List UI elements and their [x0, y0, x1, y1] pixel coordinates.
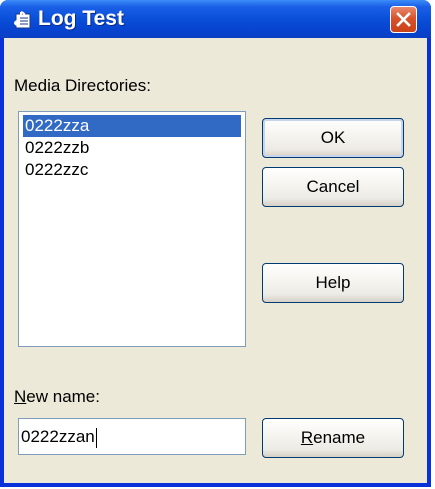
- help-button[interactable]: Help: [262, 263, 404, 303]
- new-name-mnemonic: N: [14, 387, 27, 406]
- media-directories-listbox[interactable]: 0222zza 0222zzb 0222zzc: [18, 111, 246, 347]
- new-name-input[interactable]: 0222zzan: [18, 418, 246, 455]
- rename-button[interactable]: Rename: [262, 418, 404, 458]
- new-name-value: 0222zzan: [21, 427, 95, 446]
- rename-mnemonic: R: [300, 428, 314, 447]
- list-item[interactable]: 0222zzb: [23, 137, 241, 159]
- new-name-label: New name:: [14, 387, 100, 407]
- cancel-button[interactable]: Cancel: [262, 167, 404, 207]
- new-name-label-rest: ew name:: [26, 387, 100, 406]
- music-note-icon: [10, 8, 32, 30]
- list-item[interactable]: 0222zza: [23, 115, 241, 137]
- list-item[interactable]: 0222zzc: [23, 159, 241, 181]
- dialog-window: Log Test Media Directories: 0222zza 0222…: [0, 0, 431, 487]
- rename-label-rest: ename: [313, 428, 366, 447]
- dialog-client-area: Media Directories: 0222zza 0222zzb 0222z…: [4, 38, 427, 483]
- ok-button[interactable]: OK: [262, 118, 404, 158]
- close-x-icon: [396, 12, 411, 27]
- title-bar[interactable]: Log Test: [0, 0, 431, 38]
- media-directories-label: Media Directories:: [14, 76, 151, 95]
- close-button[interactable]: [390, 6, 417, 33]
- text-caret: [95, 427, 97, 448]
- window-title: Log Test: [38, 7, 124, 30]
